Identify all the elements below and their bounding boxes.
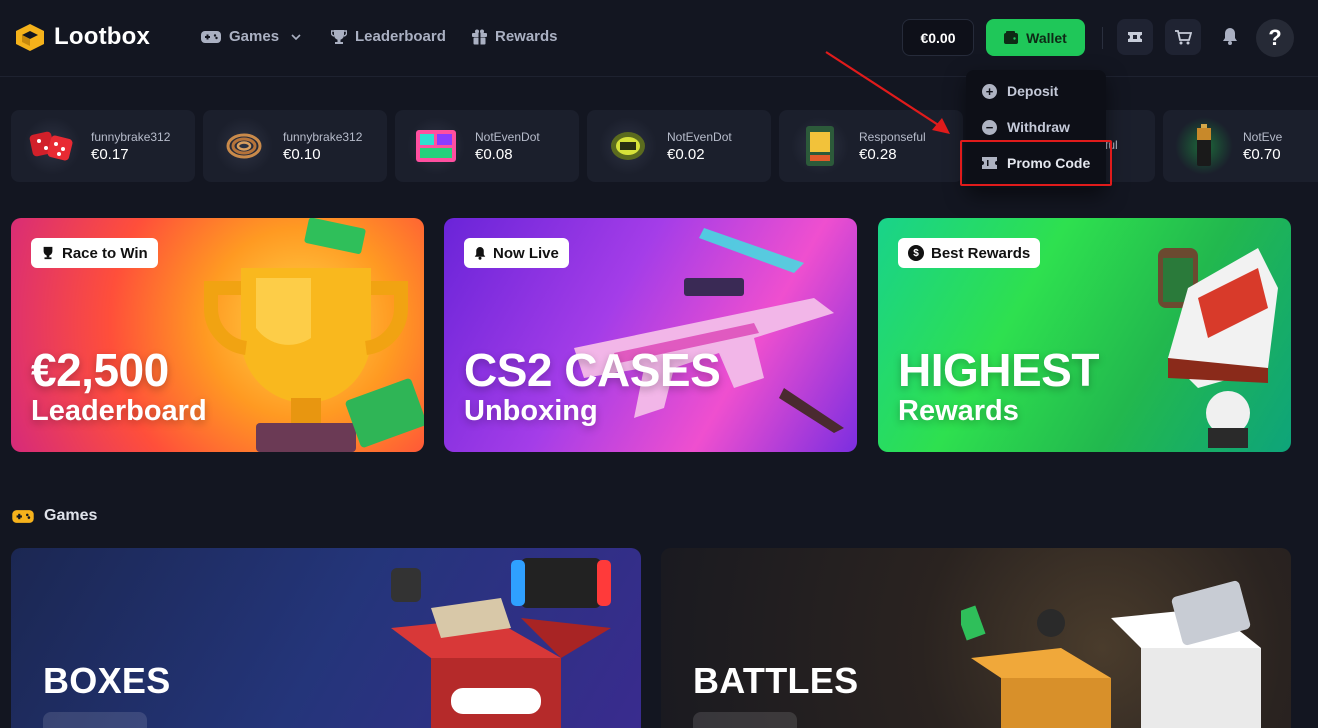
banner-subtitle: Leaderboard <box>31 395 207 427</box>
game-card-button[interactable] <box>43 712 147 728</box>
badge-now-live: Now Live <box>464 238 569 268</box>
cart-button[interactable] <box>1165 19 1201 55</box>
ticket-box-icon <box>1128 32 1142 42</box>
promo-banner-cs2-cases[interactable]: Now Live CS2 CASES Unboxing <box>444 218 857 452</box>
nav-rewards[interactable]: Rewards <box>472 28 558 45</box>
badge-label: Race to Win <box>62 244 148 262</box>
badge-race-to-win: Race to Win <box>31 238 158 268</box>
gamepad-icon <box>12 509 34 523</box>
banner-headline: HIGHEST <box>898 344 1099 396</box>
badge-label: Now Live <box>493 244 559 262</box>
games-section-title: Games <box>12 507 97 525</box>
live-drop-item[interactable]: NotEvenDot €0.08 <box>395 110 579 182</box>
dollar-coin-icon: $ <box>908 245 924 261</box>
game-card-boxes[interactable]: BOXES <box>11 548 641 728</box>
drop-price: €0.28 <box>859 145 897 163</box>
minus-circle-icon: − <box>982 119 997 135</box>
help-button[interactable]: ? <box>1256 19 1294 57</box>
game-card-battles[interactable]: BATTLES <box>661 548 1291 728</box>
gift-icon <box>472 29 487 45</box>
banner-headline: CS2 CASES <box>464 344 721 396</box>
live-drop-item[interactable]: funnybrake312 €0.10 <box>203 110 387 182</box>
header-divider <box>1102 27 1103 49</box>
bell-icon <box>1223 28 1237 45</box>
drop-price: €0.10 <box>283 145 321 163</box>
wallet-button[interactable]: Wallet <box>986 19 1085 56</box>
red-arrow-annotation <box>825 51 950 134</box>
banner-subtitle: Rewards <box>898 395 1019 427</box>
bell-icon <box>474 247 486 260</box>
inventory-button[interactable] <box>1117 19 1153 55</box>
top-header: Lootbox Games Leaderboard Rewards €0.00 … <box>0 0 1318 77</box>
menu-item-deposit[interactable]: + Deposit <box>982 83 1058 99</box>
cash-icon <box>304 218 366 254</box>
trophy-icon <box>331 29 347 44</box>
games-section-label: Games <box>44 507 98 524</box>
sticker-item-icon <box>407 117 465 175</box>
badge-best-rewards: $ Best Rewards <box>898 238 1041 268</box>
logo-box-icon <box>16 24 44 51</box>
plus-circle-icon: + <box>982 83 997 99</box>
chevron-down-icon <box>291 33 301 40</box>
battle-boxes-illustration-icon <box>961 580 1261 728</box>
knife-icon <box>699 228 804 273</box>
game-card-button[interactable] <box>693 712 797 728</box>
game-card-label: BATTLES <box>693 660 859 701</box>
nav-games[interactable]: Games <box>201 28 301 45</box>
drop-price: €0.08 <box>475 145 513 163</box>
sneaker-illustration-icon <box>1158 248 1278 448</box>
nav-leaderboard-label: Leaderboard <box>355 28 446 45</box>
drop-username: funnybrake312 <box>91 129 171 144</box>
logo[interactable]: Lootbox <box>14 22 150 52</box>
promo-banner-highest-rewards[interactable]: $ Best Rewards HIGHEST Rewards <box>878 218 1291 452</box>
drop-username: NotEvenDot <box>667 129 732 144</box>
menu-item-deposit-label: Deposit <box>1007 83 1059 99</box>
battery-item-icon <box>1175 117 1233 175</box>
dice-item-icon <box>23 117 81 175</box>
live-drop-item[interactable]: funnybrake312 €0.17 <box>11 110 195 182</box>
logo-text: Lootbox <box>54 23 151 50</box>
drop-price: €0.17 <box>91 145 129 163</box>
drop-price: €0.70 <box>1243 145 1281 163</box>
menu-item-withdraw-label: Withdraw <box>1007 119 1070 135</box>
live-drop-item[interactable]: NotEve €0.70 <box>1163 110 1318 182</box>
mystery-box-illustration-icon <box>391 558 611 728</box>
sticker-item-icon <box>599 117 657 175</box>
drop-username: funnybrake312 <box>283 129 363 144</box>
rope-item-icon <box>215 117 273 175</box>
banner-subtitle: Unboxing <box>464 395 598 427</box>
nav-rewards-label: Rewards <box>495 28 558 45</box>
live-drop-item[interactable]: NotEvenDot €0.02 <box>587 110 771 182</box>
drop-price: €0.02 <box>667 145 705 163</box>
wallet-button-label: Wallet <box>1026 29 1067 46</box>
cart-icon <box>1174 29 1192 44</box>
menu-item-withdraw[interactable]: − Withdraw <box>982 119 1070 135</box>
gamepad-icon <box>201 30 221 43</box>
banner-headline: €2,500 <box>31 344 169 396</box>
drop-username: NotEvenDot <box>475 129 540 144</box>
trophy-illustration-icon <box>203 268 424 452</box>
trophy-icon <box>43 246 53 260</box>
drop-username: NotEve <box>1243 129 1283 144</box>
promo-banner-leaderboard[interactable]: Race to Win €2,500 Leaderboard <box>11 218 424 452</box>
promo-code-highlight-box <box>960 140 1112 186</box>
wallet-icon <box>1004 31 1019 44</box>
badge-label: Best Rewards <box>931 244 1031 262</box>
game-card-label: BOXES <box>43 660 171 701</box>
notifications-button[interactable] <box>1222 27 1238 50</box>
nav-games-label: Games <box>229 28 280 45</box>
nav-leaderboard[interactable]: Leaderboard <box>331 28 446 45</box>
